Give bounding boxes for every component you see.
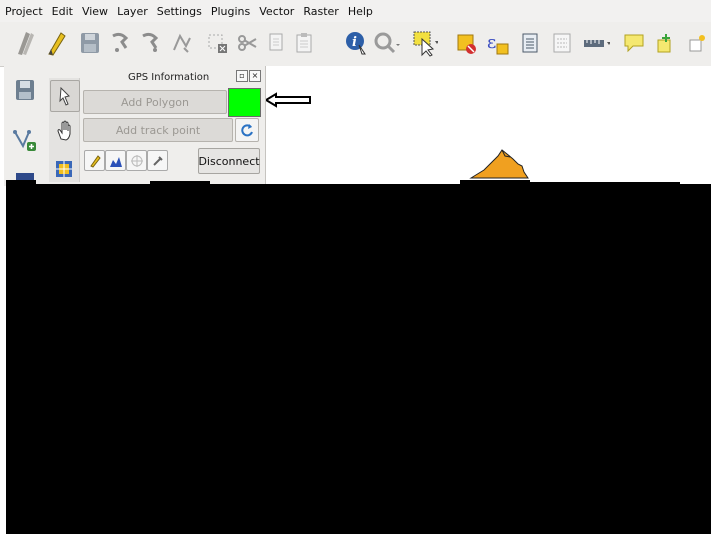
add-feature-icon[interactable] — [106, 28, 134, 58]
main-toolbar: i ε — [0, 22, 711, 67]
gps-satellite-icon[interactable] — [126, 150, 147, 171]
field-calculator-icon[interactable] — [548, 28, 576, 58]
map-canvas[interactable] — [264, 66, 711, 184]
redacted-region — [6, 184, 711, 534]
expression-icon[interactable]: ε — [484, 28, 512, 58]
menu-help[interactable]: Help — [343, 5, 377, 18]
panel-float-button[interactable]: ▫ — [236, 70, 248, 82]
panel-close-button[interactable]: × — [249, 70, 261, 82]
add-track-point-button[interactable]: Add track point — [83, 118, 233, 142]
save-project-icon[interactable] — [8, 74, 42, 106]
new-layer-icon[interactable] — [684, 28, 711, 58]
copy-icon[interactable] — [262, 28, 290, 58]
attribute-table-icon[interactable] — [516, 28, 544, 58]
menu-layer[interactable]: Layer — [112, 5, 152, 18]
node-tool-icon[interactable] — [168, 28, 196, 58]
paste-icon[interactable] — [290, 28, 318, 58]
gps-position-tool[interactable] — [50, 80, 80, 112]
svg-text:ε: ε — [487, 32, 496, 53]
svg-text:i: i — [352, 35, 357, 50]
gps-side-tools — [49, 78, 80, 182]
menu-vector[interactable]: Vector — [254, 5, 298, 18]
menu-bar: Project Edit View Layer Settings Plugins Vecto… — [0, 0, 711, 22]
menu-view[interactable]: View — [77, 5, 112, 18]
gps-options-icon[interactable] — [147, 150, 168, 171]
cut-icon[interactable] — [234, 28, 262, 58]
feature-color-swatch[interactable] — [228, 88, 261, 117]
select-icon[interactable] — [410, 28, 438, 58]
gps-signal-icon[interactable] — [105, 150, 126, 171]
add-polygon-button[interactable]: Add Polygon — [83, 90, 227, 114]
digitize-vertex-icon[interactable] — [8, 124, 42, 156]
delete-selected-icon[interactable] — [204, 28, 232, 58]
gps-information-panel: GPS Information ▫ × Add Polygon Add trac… — [48, 66, 266, 184]
pencil-icon[interactable] — [42, 28, 70, 58]
menu-plugins[interactable]: Plugins — [206, 5, 254, 18]
measure-icon[interactable] — [582, 28, 610, 58]
mountain-feature — [469, 149, 529, 179]
gps-settings-icon[interactable] — [50, 154, 78, 184]
gps-track-icon[interactable] — [84, 150, 105, 171]
menu-settings[interactable]: Settings — [152, 5, 206, 18]
left-toolbar — [4, 66, 49, 187]
refresh-icon[interactable] — [235, 118, 259, 142]
deselect-icon[interactable] — [452, 28, 480, 58]
zoom-icon[interactable] — [372, 28, 400, 58]
save-layer-icon[interactable] — [76, 28, 104, 58]
map-annotation-layer — [264, 92, 529, 179]
arrow-annotation — [264, 92, 311, 108]
label-icon[interactable] — [652, 28, 680, 58]
disconnect-button[interactable]: Disconnect — [198, 148, 260, 174]
annotation-icon[interactable] — [620, 28, 648, 58]
pan-hand-icon[interactable] — [50, 116, 78, 146]
move-feature-icon[interactable] — [136, 28, 164, 58]
panel-title: GPS Information — [128, 72, 210, 83]
edits-icon[interactable] — [12, 28, 40, 58]
menu-raster[interactable]: Raster — [298, 5, 342, 18]
menu-edit[interactable]: Edit — [47, 5, 77, 18]
menu-project[interactable]: Project — [0, 5, 47, 18]
identify-icon[interactable]: i — [342, 28, 370, 58]
